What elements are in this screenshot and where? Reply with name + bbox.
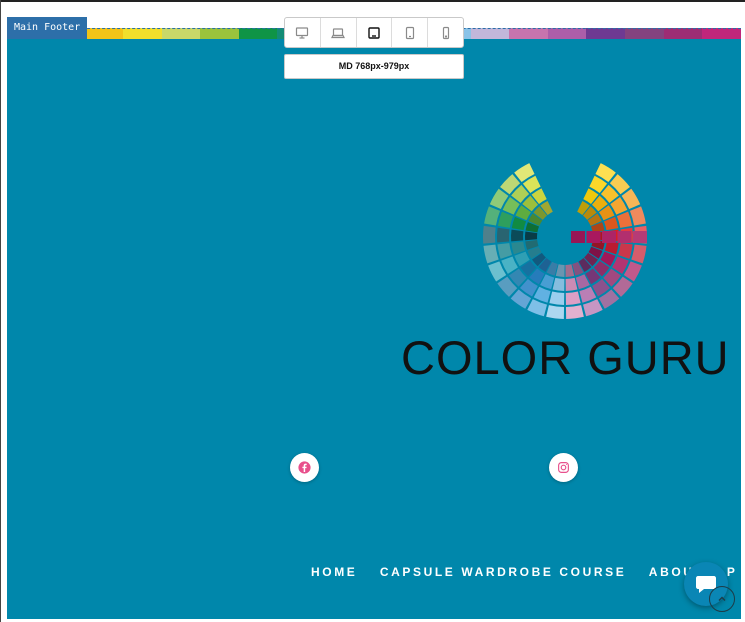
- nav-capsule-wardrobe-course[interactable]: CAPSULE WARDROBE COURSE: [378, 560, 628, 584]
- wheel-bar-segment: [571, 231, 585, 243]
- wheel-segment: [483, 225, 496, 244]
- wheel-segment: [525, 231, 538, 241]
- wheel-segment: [511, 241, 526, 255]
- breakpoint-label: MD 768px-979px: [284, 54, 464, 79]
- rainbow-segment: [509, 28, 548, 39]
- color-wheel-logo: [483, 163, 647, 319]
- wheel-segment: [511, 229, 524, 242]
- wheel-bar-segment: [602, 231, 616, 243]
- wheel-segment: [533, 286, 551, 303]
- desktop-icon: [296, 26, 309, 39]
- rainbow-segment: [547, 28, 587, 39]
- chevron-up-icon: [718, 596, 726, 601]
- wheel-bar-segment: [617, 231, 632, 243]
- window-left-border: [0, 0, 1, 622]
- instagram-icon: [558, 462, 569, 473]
- mobile-view-button[interactable]: [428, 18, 463, 47]
- rainbow-segment: [586, 28, 625, 39]
- device-switcher: [284, 17, 464, 48]
- tablet-portrait-icon: [405, 26, 414, 39]
- wheel-segment: [618, 243, 633, 259]
- wheel-segment: [483, 244, 499, 264]
- footer-nav: HOME CAPSULE WARDROBE COURSE ABOUT P: [309, 560, 739, 584]
- rainbow-segment: [84, 28, 123, 39]
- wheel-segment: [497, 211, 514, 228]
- rainbow-segment: [122, 28, 162, 39]
- wheel-segment: [631, 244, 647, 264]
- tablet-icon: [368, 26, 380, 39]
- wheel-bar-segment: [586, 231, 601, 243]
- scroll-to-top-button[interactable]: [709, 586, 735, 612]
- wheel-bar-segment: [633, 231, 647, 243]
- wheel-segment: [604, 241, 619, 255]
- tablet-portrait-view-button[interactable]: [392, 18, 429, 47]
- wheel-segment: [484, 206, 501, 226]
- wheel-segment: [552, 277, 565, 291]
- wheel-segment: [582, 299, 603, 317]
- facebook-icon: [298, 461, 311, 474]
- mobile-icon: [442, 26, 449, 39]
- wheel-segment: [497, 243, 512, 259]
- wheel-segment: [565, 277, 578, 291]
- desktop-view-button[interactable]: [285, 18, 321, 47]
- rainbow-segment: [161, 28, 201, 39]
- wheel-segment: [565, 291, 581, 305]
- rainbow-segment: [663, 28, 703, 39]
- wheel-segment: [565, 305, 584, 319]
- rainbow-segment: [470, 28, 510, 39]
- laptop-view-button[interactable]: [321, 18, 357, 47]
- wheel-segment: [549, 291, 565, 305]
- wheel-segment: [616, 211, 633, 228]
- laptop-icon: [331, 27, 346, 38]
- nav-home[interactable]: HOME: [309, 560, 359, 584]
- facebook-button[interactable]: [290, 453, 319, 482]
- main-footer: [7, 28, 741, 619]
- logo-text: COLOR GURU: [401, 331, 730, 384]
- instagram-button[interactable]: [549, 453, 578, 482]
- rainbow-segment: [200, 28, 239, 39]
- wheel-segment: [527, 299, 548, 317]
- wheel-segment: [497, 227, 510, 243]
- wheel-segment: [546, 305, 565, 319]
- wheel-segment: [579, 286, 597, 303]
- rainbow-segment: [702, 28, 741, 39]
- rainbow-segment: [625, 28, 664, 39]
- tablet-landscape-view-button[interactable]: [357, 18, 393, 47]
- section-tag[interactable]: Main Footer: [7, 17, 88, 39]
- window-top-border: [0, 0, 745, 2]
- wheel-segment: [629, 206, 646, 226]
- rainbow-segment: [238, 28, 278, 39]
